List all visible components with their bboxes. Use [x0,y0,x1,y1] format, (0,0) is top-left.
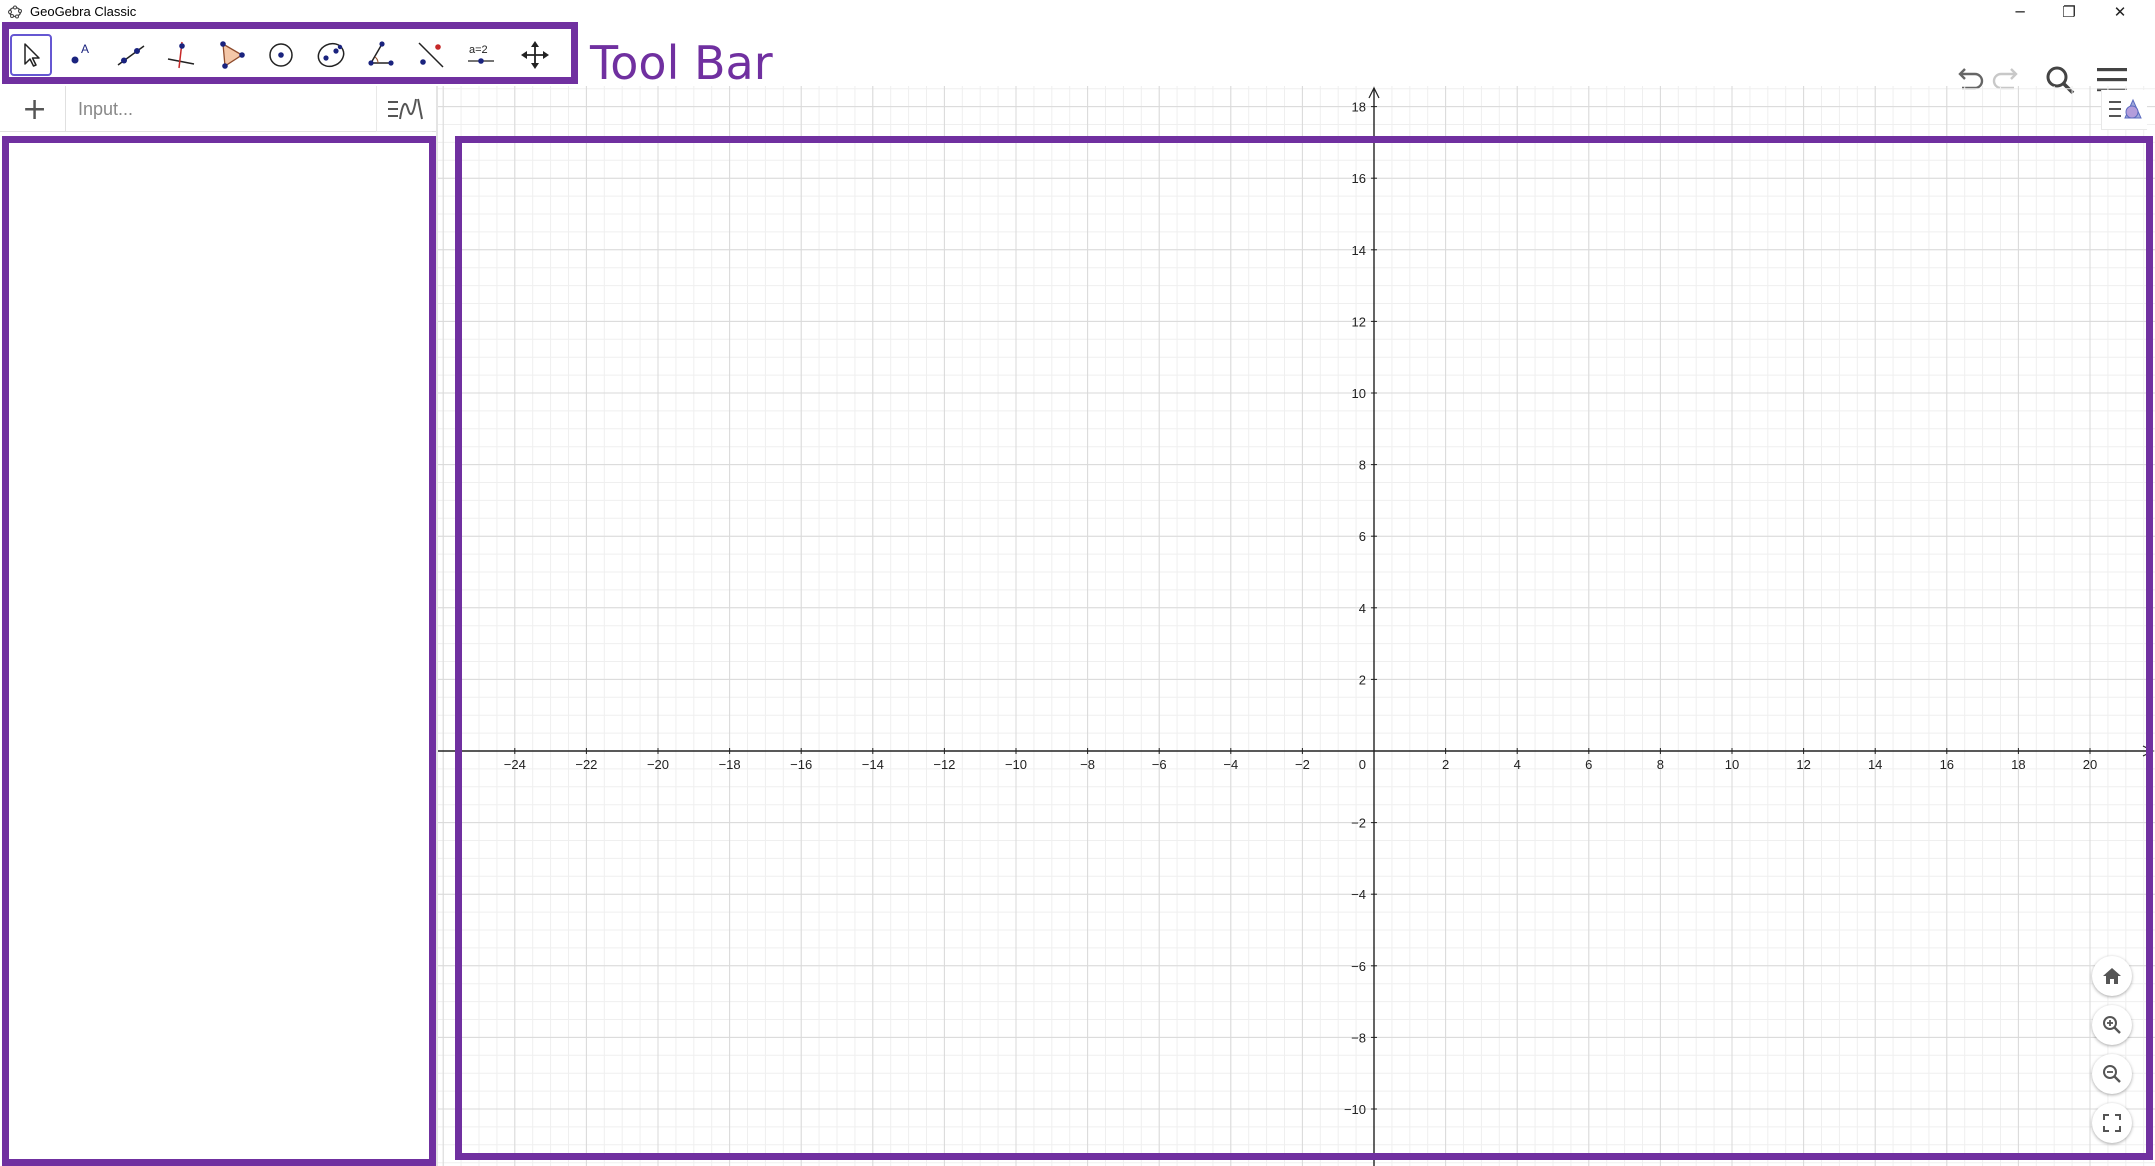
y-tick-label: 12 [1352,314,1366,329]
y-tick-label: 2 [1359,672,1366,687]
maximize-button[interactable]: ❐ [2046,0,2092,24]
algebra-view: + [0,86,436,1166]
x-tick-label: 20 [2083,757,2097,772]
x-tick-label: 12 [1796,757,1810,772]
x-tick-label: −10 [1005,757,1027,772]
reflect-tool-button[interactable] [410,34,452,76]
algebra-input-row: + [0,86,436,132]
x-tick-label: −14 [862,757,884,772]
x-tick-label: −4 [1223,757,1238,772]
angle-tool-button[interactable] [360,34,402,76]
y-tick-label: 4 [1359,601,1366,616]
zoom-out-button[interactable] [2092,1054,2132,1094]
line-tool-icon [117,45,145,66]
move-graphics-view-tool-button[interactable] [514,34,556,76]
window-title: GeoGebra Classic [30,4,137,19]
input-divider [65,86,66,132]
algebra-style-icon [387,98,423,119]
algebra-view-menu-button[interactable] [376,86,432,132]
y-tick-label: −6 [1351,959,1366,974]
polygon-tool-button[interactable] [210,34,252,76]
minimize-button[interactable]: ─ [1997,0,2043,24]
perpendicular-line-tool-button[interactable] [160,34,202,76]
y-tick-label: −8 [1351,1030,1366,1045]
y-tick-label: 6 [1359,529,1366,544]
coordinate-grid: −24 −22 −20 −18 −16 −14 −12 −10 −8 −6 −4 −2 2 4 6 8 10 12… [438,86,2155,1166]
move-tool-icon [24,43,40,67]
circle-tool-icon [269,43,293,67]
x-tick-label: 10 [1725,757,1739,772]
x-tick-label: 14 [1868,757,1882,772]
y-tick-label: −10 [1344,1102,1366,1117]
origin-label: 0 [1359,757,1366,772]
x-tick-label: −22 [575,757,597,772]
y-tick-label: 14 [1352,243,1366,258]
toolbar-annotation-label: Tool Bar [590,36,773,90]
x-tick-label: 8 [1657,757,1664,772]
x-tick-label: −8 [1080,757,1095,772]
x-tick-label: −18 [719,757,741,772]
graphics-view[interactable]: −24 −22 −20 −18 −16 −14 −12 −10 −8 −6 −4 −2 2 4 6 8 10 12… [438,86,2155,1166]
ellipse-tool-icon [317,42,345,68]
x-tick-label: −16 [790,757,812,772]
slider-tool-button[interactable]: a=2 [460,34,502,76]
algebra-input[interactable] [78,96,368,122]
geogebra-logo-icon [8,5,22,19]
move-tool-button[interactable] [10,34,52,76]
x-tick-label: 16 [1940,757,1954,772]
point-tool-button[interactable]: A [60,34,102,76]
x-tick-label: −24 [504,757,526,772]
perpendicular-line-tool-icon [167,41,195,69]
x-tick-label: −12 [933,757,955,772]
x-tick-label: 18 [2011,757,2025,772]
circle-tool-button[interactable] [260,34,302,76]
svg-text:A: A [81,42,89,56]
fullscreen-button[interactable] [2092,1103,2132,1143]
graphics-style-icon [2108,98,2142,118]
y-tick-label: 8 [1359,458,1366,473]
toolbar: A a=2 [0,24,2155,95]
fullscreen-icon [2103,1114,2121,1132]
polygon-tool-icon [220,41,245,69]
add-item-button[interactable]: + [22,92,47,127]
close-button[interactable]: ✕ [2097,0,2143,24]
zoom-in-icon [2103,1016,2121,1034]
y-tick-label: −2 [1351,816,1366,831]
x-tick-label: −2 [1295,757,1310,772]
slider-tool-icon: a=2 [468,44,494,64]
y-tick-label: 18 [1352,100,1366,115]
standard-view-button[interactable] [2092,956,2132,996]
ellipse-tool-button[interactable] [310,34,352,76]
y-tick-label: 10 [1352,386,1366,401]
geogebra-app: GeoGebra Classic ─ ❐ ✕ A a=2 Tool Bar + … [0,0,2155,1166]
angle-tool-icon [368,41,394,66]
move-graphics-view-tool-icon [521,41,549,69]
x-tick-label: 6 [1585,757,1592,772]
slider-tool-label: a=2 [469,44,488,56]
y-tick-label: 16 [1352,171,1366,186]
x-tick-label: −20 [647,757,669,772]
point-tool-icon: A [71,42,89,64]
y-tick-label: −4 [1351,887,1366,902]
home-icon [2103,968,2121,984]
reflect-tool-icon [418,42,444,68]
zoom-out-icon [2103,1065,2121,1083]
zoom-in-button[interactable] [2092,1005,2132,1045]
x-tick-label: −6 [1152,757,1167,772]
line-tool-button[interactable] [110,34,152,76]
x-tick-label: 2 [1442,757,1449,772]
x-tick-label: 4 [1514,757,1521,772]
graphics-style-bar-button[interactable] [2101,90,2147,130]
title-bar: GeoGebra Classic ─ ❐ ✕ [0,0,2155,24]
